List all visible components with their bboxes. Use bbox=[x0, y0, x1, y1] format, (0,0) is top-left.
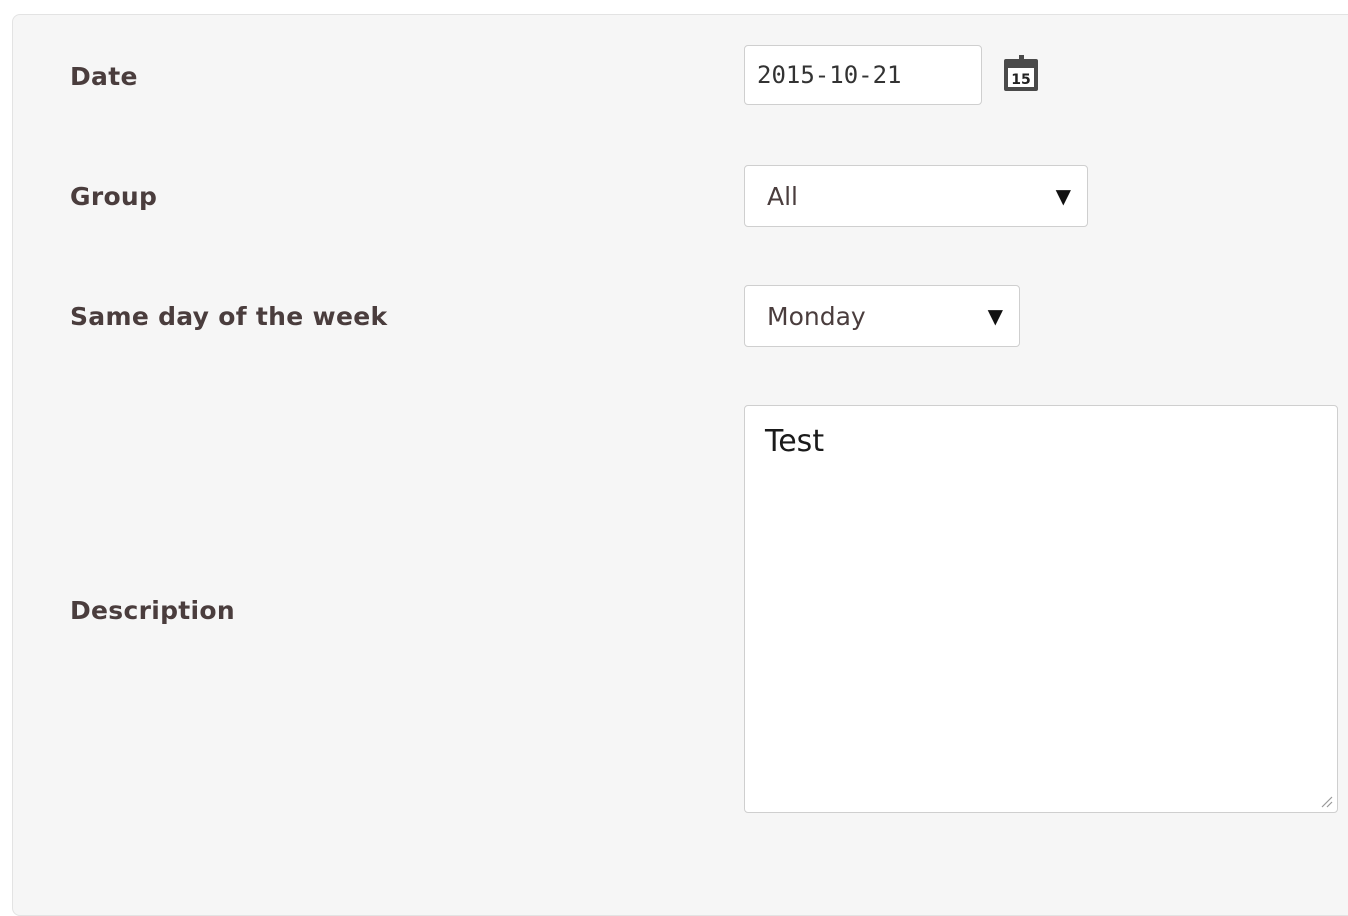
day-of-week-select[interactable]: Monday ▼ bbox=[744, 285, 1020, 347]
date-label: Date bbox=[70, 62, 138, 91]
dropdown-arrow-icon: ▼ bbox=[987, 304, 1003, 328]
date-input[interactable] bbox=[744, 45, 982, 105]
group-label: Group bbox=[70, 182, 158, 211]
dropdown-arrow-icon: ▼ bbox=[1055, 184, 1071, 208]
group-selected-value: All bbox=[767, 181, 798, 211]
same-day-of-week-label: Same day of the week bbox=[70, 302, 388, 331]
calendar-icon: 15 bbox=[1004, 55, 1038, 91]
calendar-button[interactable]: 15 bbox=[1002, 53, 1054, 99]
group-select[interactable]: All ▼ bbox=[744, 165, 1088, 227]
day-of-week-selected-value: Monday bbox=[767, 301, 866, 331]
description-textarea[interactable]: Test bbox=[744, 405, 1338, 813]
resize-grip-icon[interactable] bbox=[1317, 792, 1333, 808]
description-label: Description bbox=[70, 596, 235, 625]
calendar-day-number: 15 bbox=[1011, 72, 1030, 88]
description-text: Test bbox=[765, 424, 825, 459]
